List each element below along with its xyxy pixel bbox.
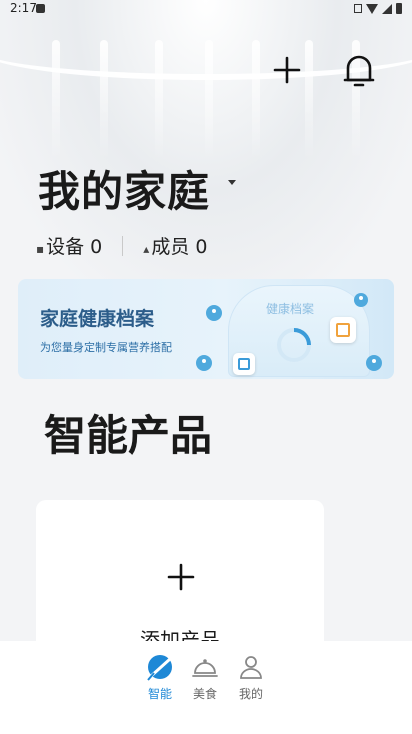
- banner-subtitle: 为您量身定制专属营养搭配: [40, 341, 172, 354]
- family-stats: ▪ 设备 0 ▴ 成员 0: [36, 232, 207, 259]
- light-ray: [205, 40, 213, 160]
- vibrate-icon: [354, 4, 362, 13]
- add-icon[interactable]: [272, 55, 302, 85]
- signal-icon: [382, 3, 392, 14]
- smart-leaf-icon: [147, 655, 172, 681]
- members-stat[interactable]: ▴ 成员 0: [143, 232, 207, 259]
- progress-ring-icon: [277, 328, 311, 362]
- section-title-smart-products: 智能产品: [44, 411, 213, 460]
- person-bubble-icon: [354, 293, 368, 307]
- divider: [122, 235, 124, 256]
- status-icons: [354, 3, 402, 14]
- notification-icon: [36, 4, 45, 13]
- light-ray: [100, 40, 108, 160]
- banner-title: 家庭健康档案: [40, 308, 155, 330]
- devices-stat[interactable]: ▪ 设备 0: [36, 232, 102, 259]
- tab-smart[interactable]: 智能: [140, 653, 180, 702]
- bottom-tab-bar: 智能 美食 我的: [0, 641, 412, 734]
- chart-card-icon: [233, 353, 255, 375]
- light-ray: [252, 40, 260, 160]
- banner-card-label: 健康档案: [266, 302, 315, 316]
- status-bar: 2:17: [0, 0, 412, 20]
- person-bubble-icon: [206, 305, 222, 321]
- member-icon: ▴: [143, 242, 150, 256]
- chevron-down-icon[interactable]: [228, 180, 236, 185]
- light-ray: [155, 40, 163, 160]
- food-cloche-icon: [192, 659, 218, 677]
- plus-icon: [167, 563, 195, 591]
- tab-mine[interactable]: 我的: [231, 653, 271, 702]
- device-icon: ▪: [36, 242, 45, 256]
- tab-label: 智能: [147, 687, 172, 701]
- tab-label: 我的: [238, 687, 263, 701]
- person-bubble-icon: [366, 355, 382, 371]
- members-label: 成员 0: [151, 236, 208, 258]
- report-card-icon: [330, 317, 356, 343]
- person-bubble-icon: [196, 355, 212, 371]
- devices-label: 设备 0: [46, 236, 103, 258]
- wifi-icon: [366, 3, 378, 14]
- profile-icon: [240, 656, 262, 679]
- status-time: 2:17: [10, 1, 37, 15]
- health-profile-banner[interactable]: 家庭健康档案 为您量身定制专属营养搭配 健康档案: [18, 279, 394, 379]
- light-ray: [52, 40, 60, 160]
- family-name[interactable]: 我的家庭: [38, 158, 210, 219]
- bell-icon[interactable]: [342, 52, 376, 88]
- battery-icon: [396, 3, 402, 14]
- light-ray: [305, 40, 313, 160]
- tab-label: 美食: [192, 687, 217, 701]
- tab-food[interactable]: 美食: [185, 653, 225, 702]
